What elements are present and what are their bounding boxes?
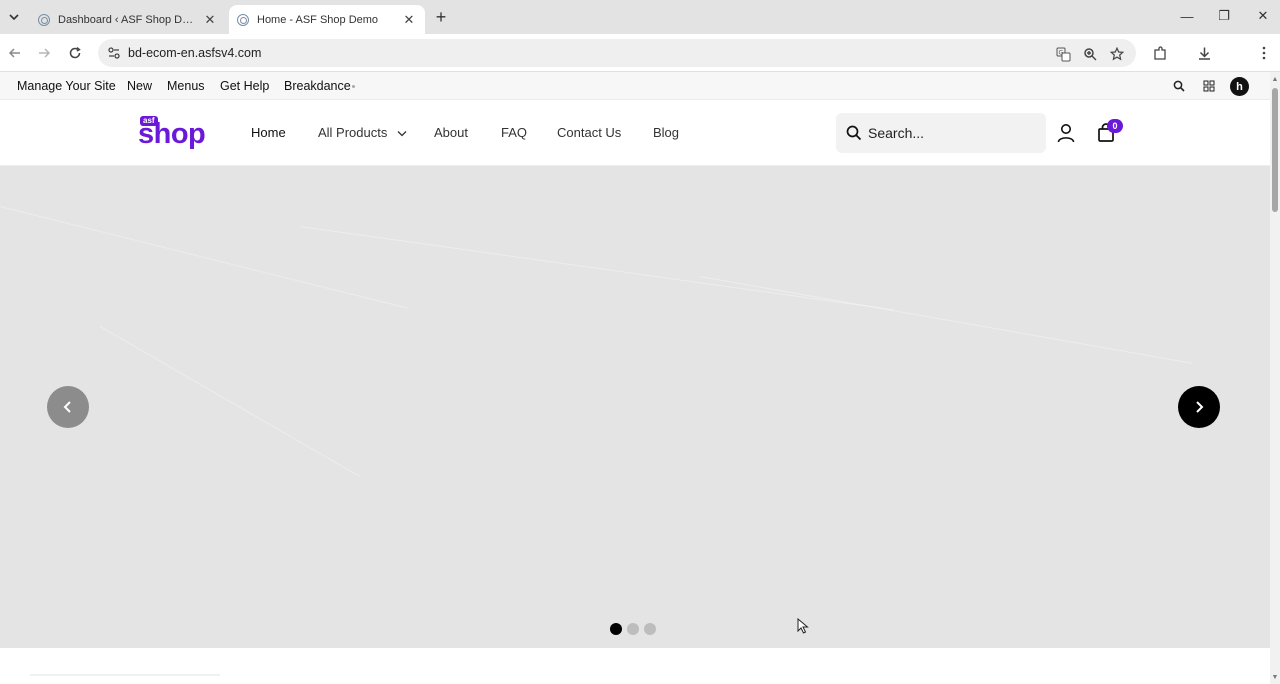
- back-button[interactable]: [4, 42, 26, 64]
- reload-icon: [69, 46, 81, 59]
- zoom-icon[interactable]: [1081, 45, 1099, 63]
- chevron-left-icon: [63, 401, 71, 413]
- menu-kebab-icon[interactable]: [1254, 43, 1274, 63]
- cart-count-badge: 0: [1107, 119, 1123, 133]
- bookmark-star-icon[interactable]: [1108, 45, 1126, 63]
- hero-background-streak: [299, 226, 895, 311]
- nav-all-products-label: All Products: [318, 125, 388, 140]
- site-logo[interactable]: shop asf: [138, 114, 214, 152]
- translate-icon[interactable]: G: [1054, 45, 1072, 63]
- admin-manage-site-link[interactable]: Manage Your Site: [17, 79, 116, 93]
- section-divider: [30, 674, 220, 676]
- admin-bar: Manage Your Site New Menus Get Help Brea…: [0, 72, 1270, 100]
- chevron-down-icon: [397, 131, 407, 137]
- page-content-below-hero: [0, 648, 1270, 684]
- admin-breakdance-link[interactable]: Breakdance: [284, 79, 351, 93]
- back-icon: [8, 48, 20, 58]
- slider-next-button[interactable]: [1178, 386, 1220, 428]
- tab-title: Dashboard ‹ ASF Shop Demo — WordPress: [58, 13, 196, 26]
- browser-tab-dashboard[interactable]: Dashboard ‹ ASF Shop Demo — WordPress ✕: [30, 5, 226, 34]
- scrollbar-thumb[interactable]: [1272, 88, 1278, 212]
- mouse-cursor-icon: [797, 618, 809, 634]
- slider-dot-3[interactable]: [644, 623, 656, 635]
- nav-contact-us[interactable]: Contact Us: [557, 125, 621, 140]
- tab-search-button[interactable]: [4, 7, 24, 27]
- maximize-button[interactable]: ❐: [1212, 5, 1236, 27]
- logo-badge: asf: [140, 116, 158, 126]
- nav-about[interactable]: About: [434, 125, 468, 140]
- forward-icon: [39, 48, 51, 58]
- site-search[interactable]: [836, 113, 1046, 153]
- wordpress-favicon-icon: [38, 13, 50, 26]
- tab-title: Home - ASF Shop Demo: [257, 13, 379, 26]
- slider-dot-2[interactable]: [627, 623, 639, 635]
- user-avatar[interactable]: h: [1230, 77, 1249, 96]
- chevron-right-icon: [1196, 401, 1204, 413]
- chevron-down-icon: [9, 14, 19, 21]
- slider-dot-1[interactable]: [610, 623, 622, 635]
- admin-get-help-link[interactable]: Get Help: [220, 79, 269, 93]
- svg-text:G: G: [1058, 49, 1063, 56]
- hero-slider: [0, 166, 1270, 648]
- close-window-button[interactable]: ✕: [1251, 5, 1275, 27]
- url-text: bd-ecom-en.asfsv4.com: [128, 46, 262, 60]
- page-scrollbar[interactable]: ▲ ▼: [1270, 72, 1280, 684]
- breakdance-indicator-dot: [352, 85, 355, 88]
- site-header: shop asf Home All Products About FAQ Con…: [0, 100, 1270, 166]
- new-tab-button[interactable]: +: [430, 7, 452, 27]
- browser-toolbar: bd-ecom-en.asfsv4.com G: [0, 34, 1280, 72]
- hero-background-streak: [699, 276, 1193, 364]
- close-tab-icon[interactable]: ✕: [401, 12, 417, 28]
- site-info-icon[interactable]: [107, 46, 121, 60]
- hero-background-streak: [99, 326, 361, 477]
- admin-menus-link[interactable]: Menus: [167, 79, 205, 93]
- nav-blog[interactable]: Blog: [653, 125, 679, 140]
- reload-button[interactable]: [64, 42, 86, 64]
- admin-grid-icon[interactable]: [1200, 77, 1218, 95]
- hero-background-streak: [0, 206, 408, 309]
- search-input[interactable]: [868, 123, 1038, 143]
- download-icon[interactable]: [1194, 43, 1214, 63]
- account-icon[interactable]: [1055, 122, 1077, 144]
- minimize-button[interactable]: —: [1175, 5, 1199, 27]
- slider-prev-button[interactable]: [47, 386, 89, 428]
- nav-all-products[interactable]: All Products: [318, 125, 407, 140]
- slider-pagination: [610, 623, 656, 635]
- nav-home[interactable]: Home: [251, 125, 286, 140]
- admin-search-icon[interactable]: [1170, 77, 1188, 95]
- wordpress-favicon-icon: [237, 13, 249, 26]
- address-bar[interactable]: bd-ecom-en.asfsv4.com G: [98, 39, 1136, 67]
- browser-tab-home[interactable]: Home - ASF Shop Demo ✕: [229, 5, 425, 34]
- forward-button[interactable]: [33, 42, 55, 64]
- browser-tab-strip: Dashboard ‹ ASF Shop Demo — WordPress ✕ …: [0, 0, 1280, 34]
- close-tab-icon[interactable]: ✕: [202, 12, 218, 28]
- scroll-up-arrow-icon[interactable]: ▲: [1271, 75, 1279, 83]
- admin-new-link[interactable]: New: [127, 79, 152, 93]
- nav-faq[interactable]: FAQ: [501, 125, 527, 140]
- extensions-icon[interactable]: [1150, 43, 1170, 63]
- scroll-down-arrow-icon[interactable]: ▼: [1271, 673, 1279, 681]
- search-icon: [846, 125, 862, 141]
